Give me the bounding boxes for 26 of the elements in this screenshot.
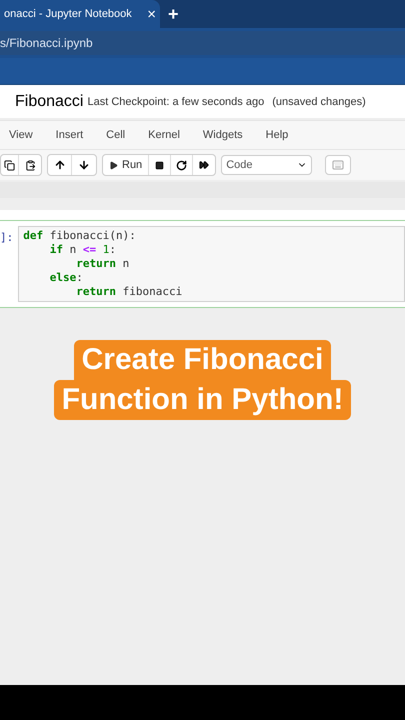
notebook-title[interactable]: Fibonacci xyxy=(15,94,84,110)
menu-item[interactable]: Help xyxy=(266,126,288,144)
checkpoint-text: Last Checkpoint: a few seconds ago xyxy=(87,94,264,110)
play-icon xyxy=(109,160,118,170)
caption-text: Function in Python! xyxy=(54,380,352,420)
menu-item[interactable]: Kernel xyxy=(148,126,180,144)
menu-item[interactable]: Insert xyxy=(56,126,84,144)
new-tab-icon[interactable]: + xyxy=(168,5,179,23)
code-line: def fibonacci(n): xyxy=(23,229,137,243)
cell-type-dropdown[interactable]: Code xyxy=(221,155,312,175)
code-line: return n xyxy=(75,257,130,271)
tab-title: onacci - Jupyter Notebook xyxy=(4,6,133,22)
cell-prompt: ]: xyxy=(0,230,14,246)
caption-text: Create Fibonacci xyxy=(74,340,332,380)
menu-item[interactable]: Widgets xyxy=(202,126,243,144)
code-line: if n <= 1: xyxy=(48,243,117,257)
code-editor[interactable]: def fibonacci(n): if n <= 1: return n else: return fibonacci xyxy=(18,226,405,302)
close-icon[interactable]: × xyxy=(147,6,156,22)
browser-tab[interactable]: onacci - Jupyter Notebook × xyxy=(0,0,160,28)
url-field[interactable]: s/Fibonacci.ipynb xyxy=(0,31,405,55)
menu-item[interactable]: View xyxy=(9,126,33,144)
url-text: s/Fibonacci.ipynb xyxy=(0,35,93,52)
code-line: return fibonacci xyxy=(75,285,184,299)
unsaved-status: (unsaved changes) xyxy=(272,94,366,110)
menu-item[interactable]: Cell xyxy=(106,126,126,144)
code-line: else: xyxy=(48,271,84,285)
